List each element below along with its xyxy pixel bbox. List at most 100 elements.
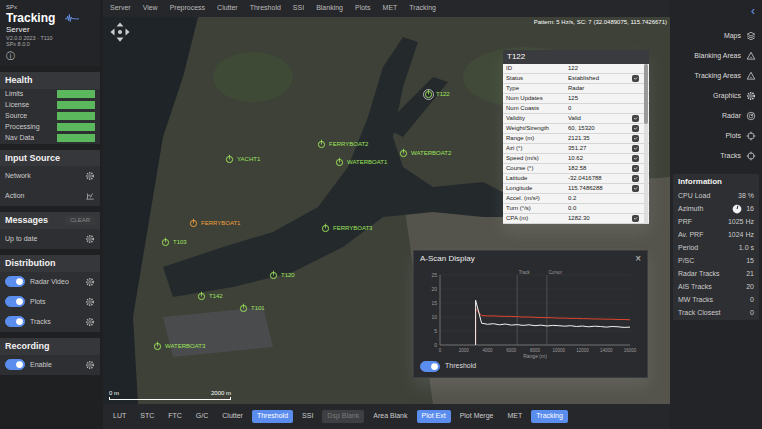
track-marker[interactable]: FERRYBOAT2 <box>316 139 368 150</box>
field-checkbox[interactable] <box>632 175 639 182</box>
field-checkbox[interactable] <box>632 155 639 162</box>
menu-item[interactable]: Clutter <box>217 4 238 12</box>
messages-panel-header: MessagesCLEAR <box>0 212 100 229</box>
track-detail-row: Accel. (m/s²)0.2 <box>503 194 649 204</box>
toggle-switch <box>5 316 25 327</box>
gear-icon[interactable] <box>85 317 95 327</box>
tracks-icon[interactable] <box>746 151 756 161</box>
field-label: CPA (m) <box>506 215 568 221</box>
layer-button[interactable]: G/C <box>191 410 213 422</box>
gear-icon[interactable] <box>85 234 95 244</box>
waveform-icon[interactable] <box>85 191 95 201</box>
track-marker[interactable]: T101 <box>238 303 265 314</box>
clear-button[interactable]: CLEAR <box>65 216 95 225</box>
track-marker[interactable]: T103 <box>160 237 187 248</box>
side-menu-item[interactable]: Tracking Areas <box>670 66 762 86</box>
menu-item[interactable]: Server <box>110 4 131 12</box>
track-marker[interactable]: WATERBOAT3 <box>152 341 205 352</box>
field-checkbox[interactable] <box>632 165 639 172</box>
input-source-row[interactable]: Action <box>0 186 100 206</box>
collapse-button[interactable]: ‹ <box>670 0 762 26</box>
track-marker[interactable]: WATERBOAT2 <box>398 148 451 159</box>
check-cell <box>632 145 640 152</box>
radar-icon[interactable] <box>746 111 756 121</box>
side-menu-item[interactable]: Tracks <box>670 146 762 166</box>
pan-control-icon[interactable] <box>109 21 131 43</box>
toggle-input[interactable] <box>5 316 25 327</box>
side-menu-item[interactable]: Maps <box>670 26 762 46</box>
field-checkbox[interactable] <box>632 185 639 192</box>
gear-icon[interactable] <box>85 171 95 181</box>
layer-button[interactable]: LUT <box>108 410 131 422</box>
info-value: 15 <box>746 257 754 265</box>
info-label: Av. PRF <box>678 231 703 239</box>
track-marker[interactable]: T142 <box>196 291 223 302</box>
gear-icon[interactable] <box>85 277 95 287</box>
scrollbar-thumb[interactable] <box>644 64 648 124</box>
field-checkbox[interactable] <box>632 135 639 142</box>
gear-icon[interactable] <box>85 360 95 370</box>
side-menu-item[interactable]: Blanking Areas <box>670 46 762 66</box>
threshold-toggle[interactable] <box>420 361 440 372</box>
menu-item[interactable]: Preprocess <box>170 4 205 12</box>
toggle-input[interactable] <box>5 359 25 370</box>
layer-button[interactable]: Threshold <box>252 410 293 422</box>
layer-button[interactable]: Plot Merge <box>455 410 499 422</box>
layer-button[interactable]: SSI <box>297 410 318 422</box>
track-detail-row: ID122 <box>503 64 649 74</box>
layer-button[interactable]: Plot Ext <box>417 410 451 422</box>
version-text: V2.0.0 2023 · T110 <box>6 35 94 42</box>
graphics-icon[interactable] <box>746 91 756 101</box>
field-checkbox[interactable] <box>632 145 639 152</box>
gear-icon[interactable] <box>85 297 95 307</box>
side-menu-item[interactable]: Radar <box>670 106 762 126</box>
close-button[interactable]: × <box>635 254 641 264</box>
check-cell <box>632 165 640 172</box>
side-menu-item[interactable]: Graphics <box>670 86 762 106</box>
layer-button[interactable]: Area Blank <box>368 410 412 422</box>
menu-item[interactable]: Blanking <box>316 4 343 12</box>
track-marker[interactable]: WATERBOAT1 <box>334 157 387 168</box>
blanking-area-icon[interactable] <box>746 51 756 61</box>
side-menu-item[interactable]: Plots <box>670 126 762 146</box>
track-panel-header: T122 <box>503 50 649 64</box>
menu-item[interactable]: MET <box>383 4 398 12</box>
track-marker[interactable]: YACHT1 <box>224 154 260 165</box>
field-value: 60, 15320 <box>568 125 632 131</box>
field-checkbox[interactable] <box>632 115 639 122</box>
layer-button[interactable]: Clutter <box>217 410 248 422</box>
input-source-row[interactable]: Network <box>0 166 100 186</box>
track-marker[interactable]: FERRYBOAT3 <box>320 223 372 234</box>
track-marker[interactable]: T120 <box>268 270 295 281</box>
input-source-panel: Input SourceNetworkAction <box>0 150 100 207</box>
layer-button[interactable]: STC <box>135 410 159 422</box>
info-value: 1025 Hz <box>728 218 754 226</box>
field-checkbox[interactable] <box>632 125 639 132</box>
scrollbar[interactable] <box>644 64 648 224</box>
menu-item[interactable]: Threshold <box>250 4 281 12</box>
layers-icon[interactable] <box>746 31 756 41</box>
y-tick: 25 <box>431 272 437 278</box>
menu-item[interactable]: Tracking <box>409 4 436 12</box>
field-checkbox[interactable] <box>632 215 639 222</box>
field-checkbox[interactable] <box>632 75 639 82</box>
layer-button[interactable]: MET <box>503 410 528 422</box>
plots-icon[interactable] <box>746 131 756 141</box>
health-label: Nav Data <box>5 134 34 142</box>
toggle-input[interactable] <box>5 296 25 307</box>
menu-item[interactable]: View <box>143 4 158 12</box>
message-status: Up to date <box>5 235 37 243</box>
info-label: AIS Tracks <box>678 283 712 291</box>
check-cell <box>632 135 640 142</box>
layer-button[interactable]: FTC <box>163 410 187 422</box>
radar-map[interactable]: Pattern: 5 Hz/s, SC: 7 (32.0489075, 115.… <box>103 17 670 404</box>
info-button[interactable]: ⓘ <box>6 51 94 62</box>
track-marker[interactable]: T122 <box>423 89 450 100</box>
menu-item[interactable]: SSI <box>293 4 304 12</box>
track-marker[interactable]: FERRYBOAT1 <box>188 218 240 229</box>
toggle-input[interactable] <box>5 276 25 287</box>
x-axis-label: Range (m) <box>523 353 547 359</box>
layer-button[interactable]: Tracking <box>531 410 568 422</box>
menu-item[interactable]: Plots <box>355 4 371 12</box>
tracking-area-icon[interactable] <box>746 71 756 81</box>
